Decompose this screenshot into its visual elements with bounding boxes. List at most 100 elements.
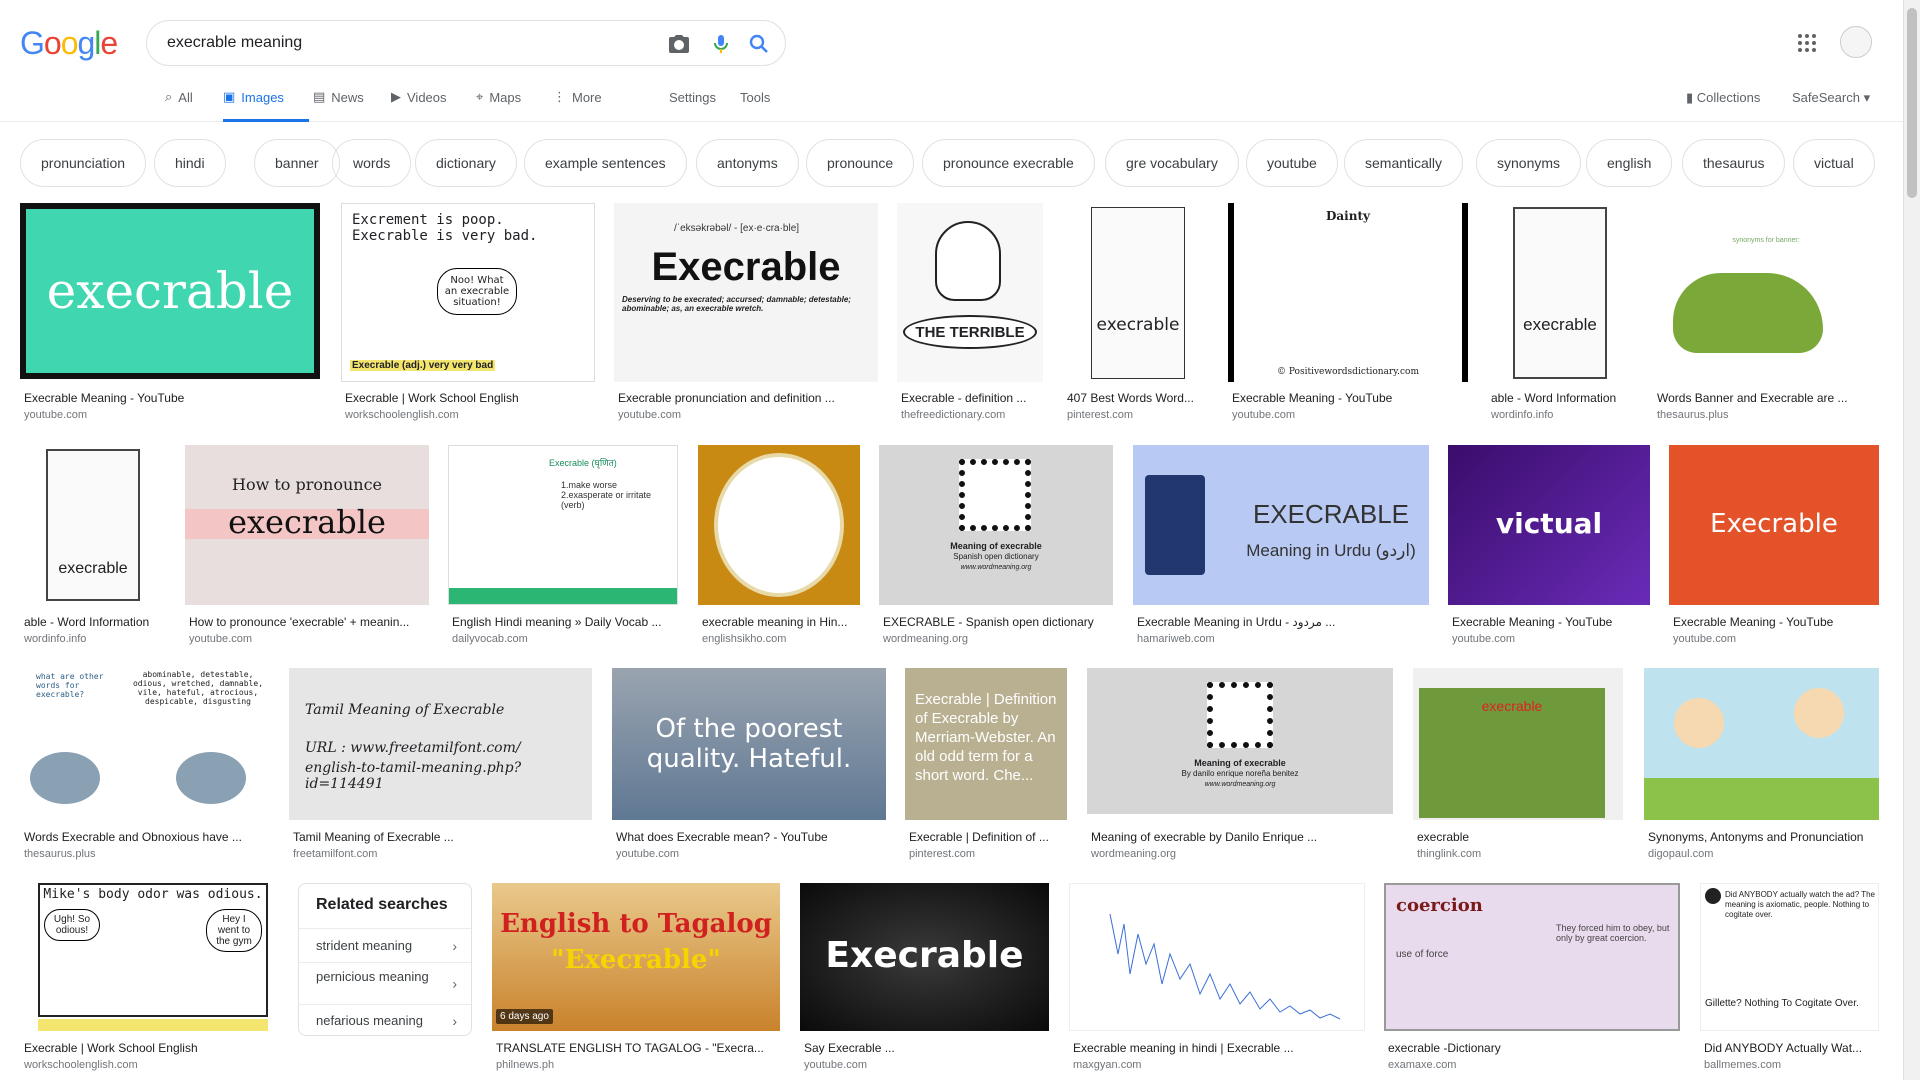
related-search-item[interactable]: pernicious meaning › — [299, 962, 471, 1004]
result-thumbnail[interactable]: Mike's body odor was odious. Ugh! So odi… — [20, 883, 278, 1031]
image-result[interactable]: victual Execrable Meaning - YouTube yout… — [1448, 445, 1650, 645]
image-result[interactable]: How to pronounce execrable How to pronou… — [185, 445, 429, 645]
result-thumbnail[interactable]: coercion They forced him to obey, but on… — [1384, 883, 1680, 1031]
tab-news[interactable]: ▤ News — [313, 90, 364, 122]
search-box[interactable]: execrable meaning — [146, 20, 786, 66]
chevron-right-icon: › — [452, 1012, 457, 1029]
result-thumbnail[interactable]: /ˈeksəkrəbəl/ - [ex·e·cra·ble] Execrable… — [614, 203, 878, 382]
chip[interactable]: english — [1586, 139, 1673, 187]
page-scrollbar[interactable] — [1903, 0, 1920, 1080]
tab-maps[interactable]: ⌖ Maps — [476, 90, 521, 122]
image-result[interactable]: Execrable | Definition of Execrable by M… — [905, 668, 1067, 868]
image-result[interactable]: /ˈeksəkrəbəl/ - [ex·e·cra·ble] Execrable… — [614, 203, 878, 423]
result-thumbnail[interactable]: Execrable — [800, 883, 1049, 1031]
result-thumbnail[interactable]: How to pronounce execrable — [185, 445, 429, 605]
result-thumbnail[interactable]: execrable — [1063, 203, 1208, 382]
result-thumbnail[interactable]: Dainty © Positivewordsdictionary.com — [1228, 203, 1468, 382]
result-thumbnail[interactable]: Meaning of execrable By danilo enrique n… — [1087, 668, 1393, 814]
result-thumbnail[interactable]: Did ANYBODY actually watch the ad? The m… — [1700, 883, 1879, 1031]
result-thumbnail[interactable]: Meaning of execrable Spanish open dictio… — [879, 445, 1113, 605]
collections-link[interactable]: ▮ Collections — [1686, 90, 1760, 106]
result-thumbnail[interactable]: THE TERRIBLE — [897, 203, 1043, 382]
image-result[interactable]: Meaning of execrable By danilo enrique n… — [1087, 668, 1393, 868]
image-result[interactable]: execrable execrable thinglink.com — [1413, 668, 1623, 868]
chip[interactable]: pronunciation — [20, 139, 147, 187]
image-result[interactable]: EXECRABLE Meaning in Urdu (اردو) Execrab… — [1133, 445, 1429, 645]
result-thumbnail[interactable]: Tamil Meaning of Execrable URL : www.fre… — [289, 668, 592, 820]
image-result[interactable]: Synonyms, Antonyms and Pronunciation dig… — [1644, 668, 1879, 868]
avatar[interactable] — [1840, 26, 1872, 58]
chip[interactable]: words — [332, 139, 412, 187]
tab-all[interactable]: ⌕ All — [165, 90, 193, 122]
result-thumbnail[interactable]: what are other words for execrable? abom… — [20, 668, 270, 820]
image-result[interactable]: what are other words for execrable? abom… — [20, 668, 270, 868]
image-result[interactable]: execrable able - Word Information wordin… — [20, 445, 166, 645]
related-search-item[interactable]: nefarious meaning › — [299, 1004, 471, 1036]
image-result[interactable]: execrable able - Word Information wordin… — [1487, 203, 1633, 423]
result-thumbnail[interactable] — [1644, 668, 1879, 820]
image-result[interactable]: Excrement is poop. Execrable is very bad… — [341, 203, 595, 423]
result-thumbnail[interactable]: EXECRABLE Meaning in Urdu (اردو) — [1133, 445, 1429, 605]
result-thumbnail[interactable]: execrable — [20, 445, 166, 605]
line-chart-thumbnail — [1109, 913, 1341, 1020]
tools-link[interactable]: Tools — [740, 90, 770, 122]
image-result[interactable]: Did ANYBODY actually watch the ad? The m… — [1700, 883, 1879, 1073]
chip[interactable]: gre vocabulary — [1105, 139, 1239, 187]
result-thumbnail[interactable]: English to Tagalog "Execrable" 6 days ag… — [492, 883, 780, 1031]
result-thumbnail[interactable]: Execrable | Definition of Execrable by M… — [905, 668, 1067, 820]
bookmark-icon: ▮ — [1686, 90, 1694, 105]
camera-icon[interactable] — [667, 32, 691, 56]
image-result[interactable]: execrable 407 Best Words Word... pintere… — [1063, 203, 1208, 423]
result-thumbnail[interactable]: victual — [1448, 445, 1650, 605]
chip[interactable]: semantically — [1344, 139, 1464, 187]
image-result[interactable]: execrable meaning in Hin... englishsikho… — [698, 445, 860, 645]
result-thumbnail[interactable]: Excrement is poop. Execrable is very bad… — [341, 203, 595, 382]
result-thumbnail[interactable]: execrable — [1413, 668, 1623, 820]
image-result[interactable]: Mike's body odor was odious. Ugh! So odi… — [20, 883, 278, 1073]
result-thumbnail[interactable]: Execrable (घृणित) 1.make worse 2.exasper… — [448, 445, 678, 605]
chip[interactable]: hindi — [154, 139, 226, 187]
chip[interactable]: thesaurus — [1682, 139, 1786, 187]
chip[interactable]: pronounce execrable — [922, 139, 1095, 187]
tab-images[interactable]: ▣ Images — [223, 90, 309, 122]
image-result[interactable]: Tamil Meaning of Execrable URL : www.fre… — [289, 668, 592, 868]
chip[interactable]: banner — [254, 139, 340, 187]
apps-icon[interactable] — [1798, 34, 1816, 52]
result-thumbnail[interactable]: execrable — [20, 203, 320, 379]
image-result[interactable]: synonyms for banner: Words Banner and Ex… — [1653, 203, 1879, 423]
chip[interactable]: antonyms — [696, 139, 799, 187]
settings-link[interactable]: Settings — [669, 90, 716, 122]
image-result[interactable]: THE TERRIBLE Execrable - definition ... … — [897, 203, 1043, 423]
image-result[interactable]: Execrable Execrable Meaning - YouTube yo… — [1669, 445, 1879, 645]
image-result[interactable]: Execrable meaning in hindi | Execrable .… — [1069, 883, 1365, 1073]
chip[interactable]: victual — [1793, 139, 1875, 187]
image-result[interactable]: Execrable (घृणित) 1.make worse 2.exasper… — [448, 445, 678, 645]
result-thumbnail[interactable]: synonyms for banner: — [1653, 203, 1879, 382]
image-result[interactable]: Execrable Say Execrable ... youtube.com — [800, 883, 1049, 1073]
scrollbar-thumb[interactable] — [1907, 8, 1917, 198]
result-thumbnail[interactable]: execrable — [1487, 203, 1633, 382]
chip[interactable]: example sentences — [524, 139, 687, 187]
result-thumbnail[interactable] — [698, 445, 860, 605]
search-icon[interactable] — [747, 32, 771, 56]
related-search-item[interactable]: strident meaning › — [299, 928, 471, 962]
image-result[interactable]: execrable Execrable Meaning - YouTube yo… — [20, 203, 322, 423]
result-thumbnail[interactable]: Execrable — [1669, 445, 1879, 605]
result-thumbnail[interactable] — [1069, 883, 1365, 1031]
image-result[interactable]: Of the poorest quality. Hateful. What do… — [612, 668, 886, 868]
chip[interactable]: dictionary — [415, 139, 517, 187]
tab-more[interactable]: ⋮ More — [553, 90, 602, 122]
search-input[interactable]: execrable meaning — [167, 34, 302, 52]
image-result[interactable]: Dainty © Positivewordsdictionary.com Exe… — [1228, 203, 1468, 423]
chip[interactable]: pronounce — [806, 139, 915, 187]
image-result[interactable]: English to Tagalog "Execrable" 6 days ag… — [492, 883, 780, 1073]
google-logo[interactable]: Google — [20, 25, 118, 62]
image-result[interactable]: Meaning of execrable Spanish open dictio… — [879, 445, 1113, 645]
chip[interactable]: youtube — [1246, 139, 1338, 187]
tab-videos[interactable]: ▶ Videos — [391, 90, 447, 122]
chip[interactable]: synonyms — [1476, 139, 1582, 187]
result-thumbnail[interactable]: Of the poorest quality. Hateful. — [612, 668, 886, 820]
safesearch-dropdown[interactable]: SafeSearch ▾ — [1792, 90, 1870, 106]
microphone-icon[interactable] — [709, 32, 733, 56]
image-result[interactable]: coercion They forced him to obey, but on… — [1384, 883, 1680, 1073]
